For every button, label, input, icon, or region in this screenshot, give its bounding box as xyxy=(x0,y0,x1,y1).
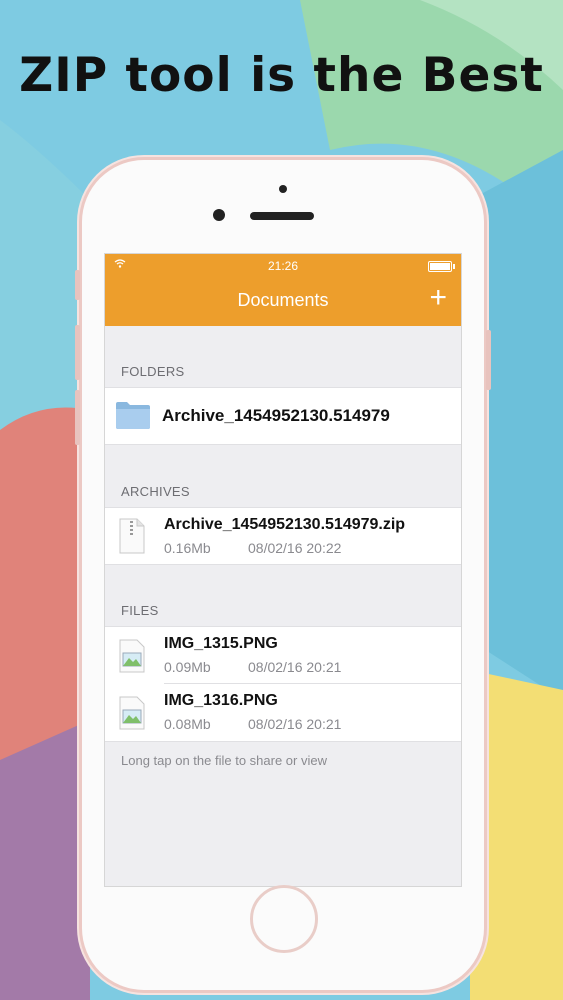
file-row[interactable]: IMG_1315.PNG 0.09Mb 08/02/16 20:21 xyxy=(105,627,461,684)
zip-file-icon xyxy=(119,518,145,559)
speaker-grille xyxy=(250,212,314,220)
navigation-bar: 21:26 Documents + xyxy=(105,254,461,326)
archive-row[interactable]: Archive_1454952130.514979.zip 0.16Mb 08/… xyxy=(105,507,461,565)
volume-down-button xyxy=(75,390,80,445)
file-row[interactable]: IMG_1316.PNG 0.08Mb 08/02/16 20:21 xyxy=(105,684,461,741)
battery-icon xyxy=(428,261,455,272)
headline: ZIP tool is the Best xyxy=(19,48,544,103)
add-button[interactable]: + xyxy=(429,281,447,315)
archive-name: Archive_1454952130.514979.zip xyxy=(164,516,406,533)
archive-date: 08/02/16 20:22 xyxy=(248,540,342,556)
front-camera-icon xyxy=(213,209,225,221)
sensor xyxy=(279,185,287,193)
section-header-files: FILES xyxy=(121,603,159,618)
image-file-icon xyxy=(119,696,145,735)
file-name: IMG_1315.PNG xyxy=(164,635,278,652)
file-name: IMG_1316.PNG xyxy=(164,692,278,709)
section-header-folders: FOLDERS xyxy=(121,364,185,379)
archive-size: 0.16Mb xyxy=(164,540,211,556)
file-size: 0.08Mb xyxy=(164,716,211,732)
file-date: 08/02/16 20:21 xyxy=(248,716,342,732)
footer-hint: Long tap on the file to share or view xyxy=(121,753,327,768)
files-group: IMG_1315.PNG 0.09Mb 08/02/16 20:21 IMG_1… xyxy=(105,626,461,742)
phone-frame: 21:26 Documents + FOLDERS Archive_145495… xyxy=(75,160,491,990)
mute-switch xyxy=(75,270,80,300)
app-screen: 21:26 Documents + FOLDERS Archive_145495… xyxy=(104,253,462,887)
folder-row[interactable]: Archive_1454952130.514979 xyxy=(105,387,461,445)
volume-up-button xyxy=(75,325,80,380)
folder-name: Archive_1454952130.514979 xyxy=(162,406,390,425)
image-file-icon xyxy=(119,639,145,678)
page-title: Documents xyxy=(237,290,329,310)
home-button[interactable] xyxy=(250,885,318,953)
status-time: 21:26 xyxy=(267,259,299,273)
folder-icon xyxy=(115,400,151,435)
file-date: 08/02/16 20:21 xyxy=(248,659,342,675)
file-size: 0.09Mb xyxy=(164,659,211,675)
power-button xyxy=(486,330,491,390)
section-header-archives: ARCHIVES xyxy=(121,484,190,499)
